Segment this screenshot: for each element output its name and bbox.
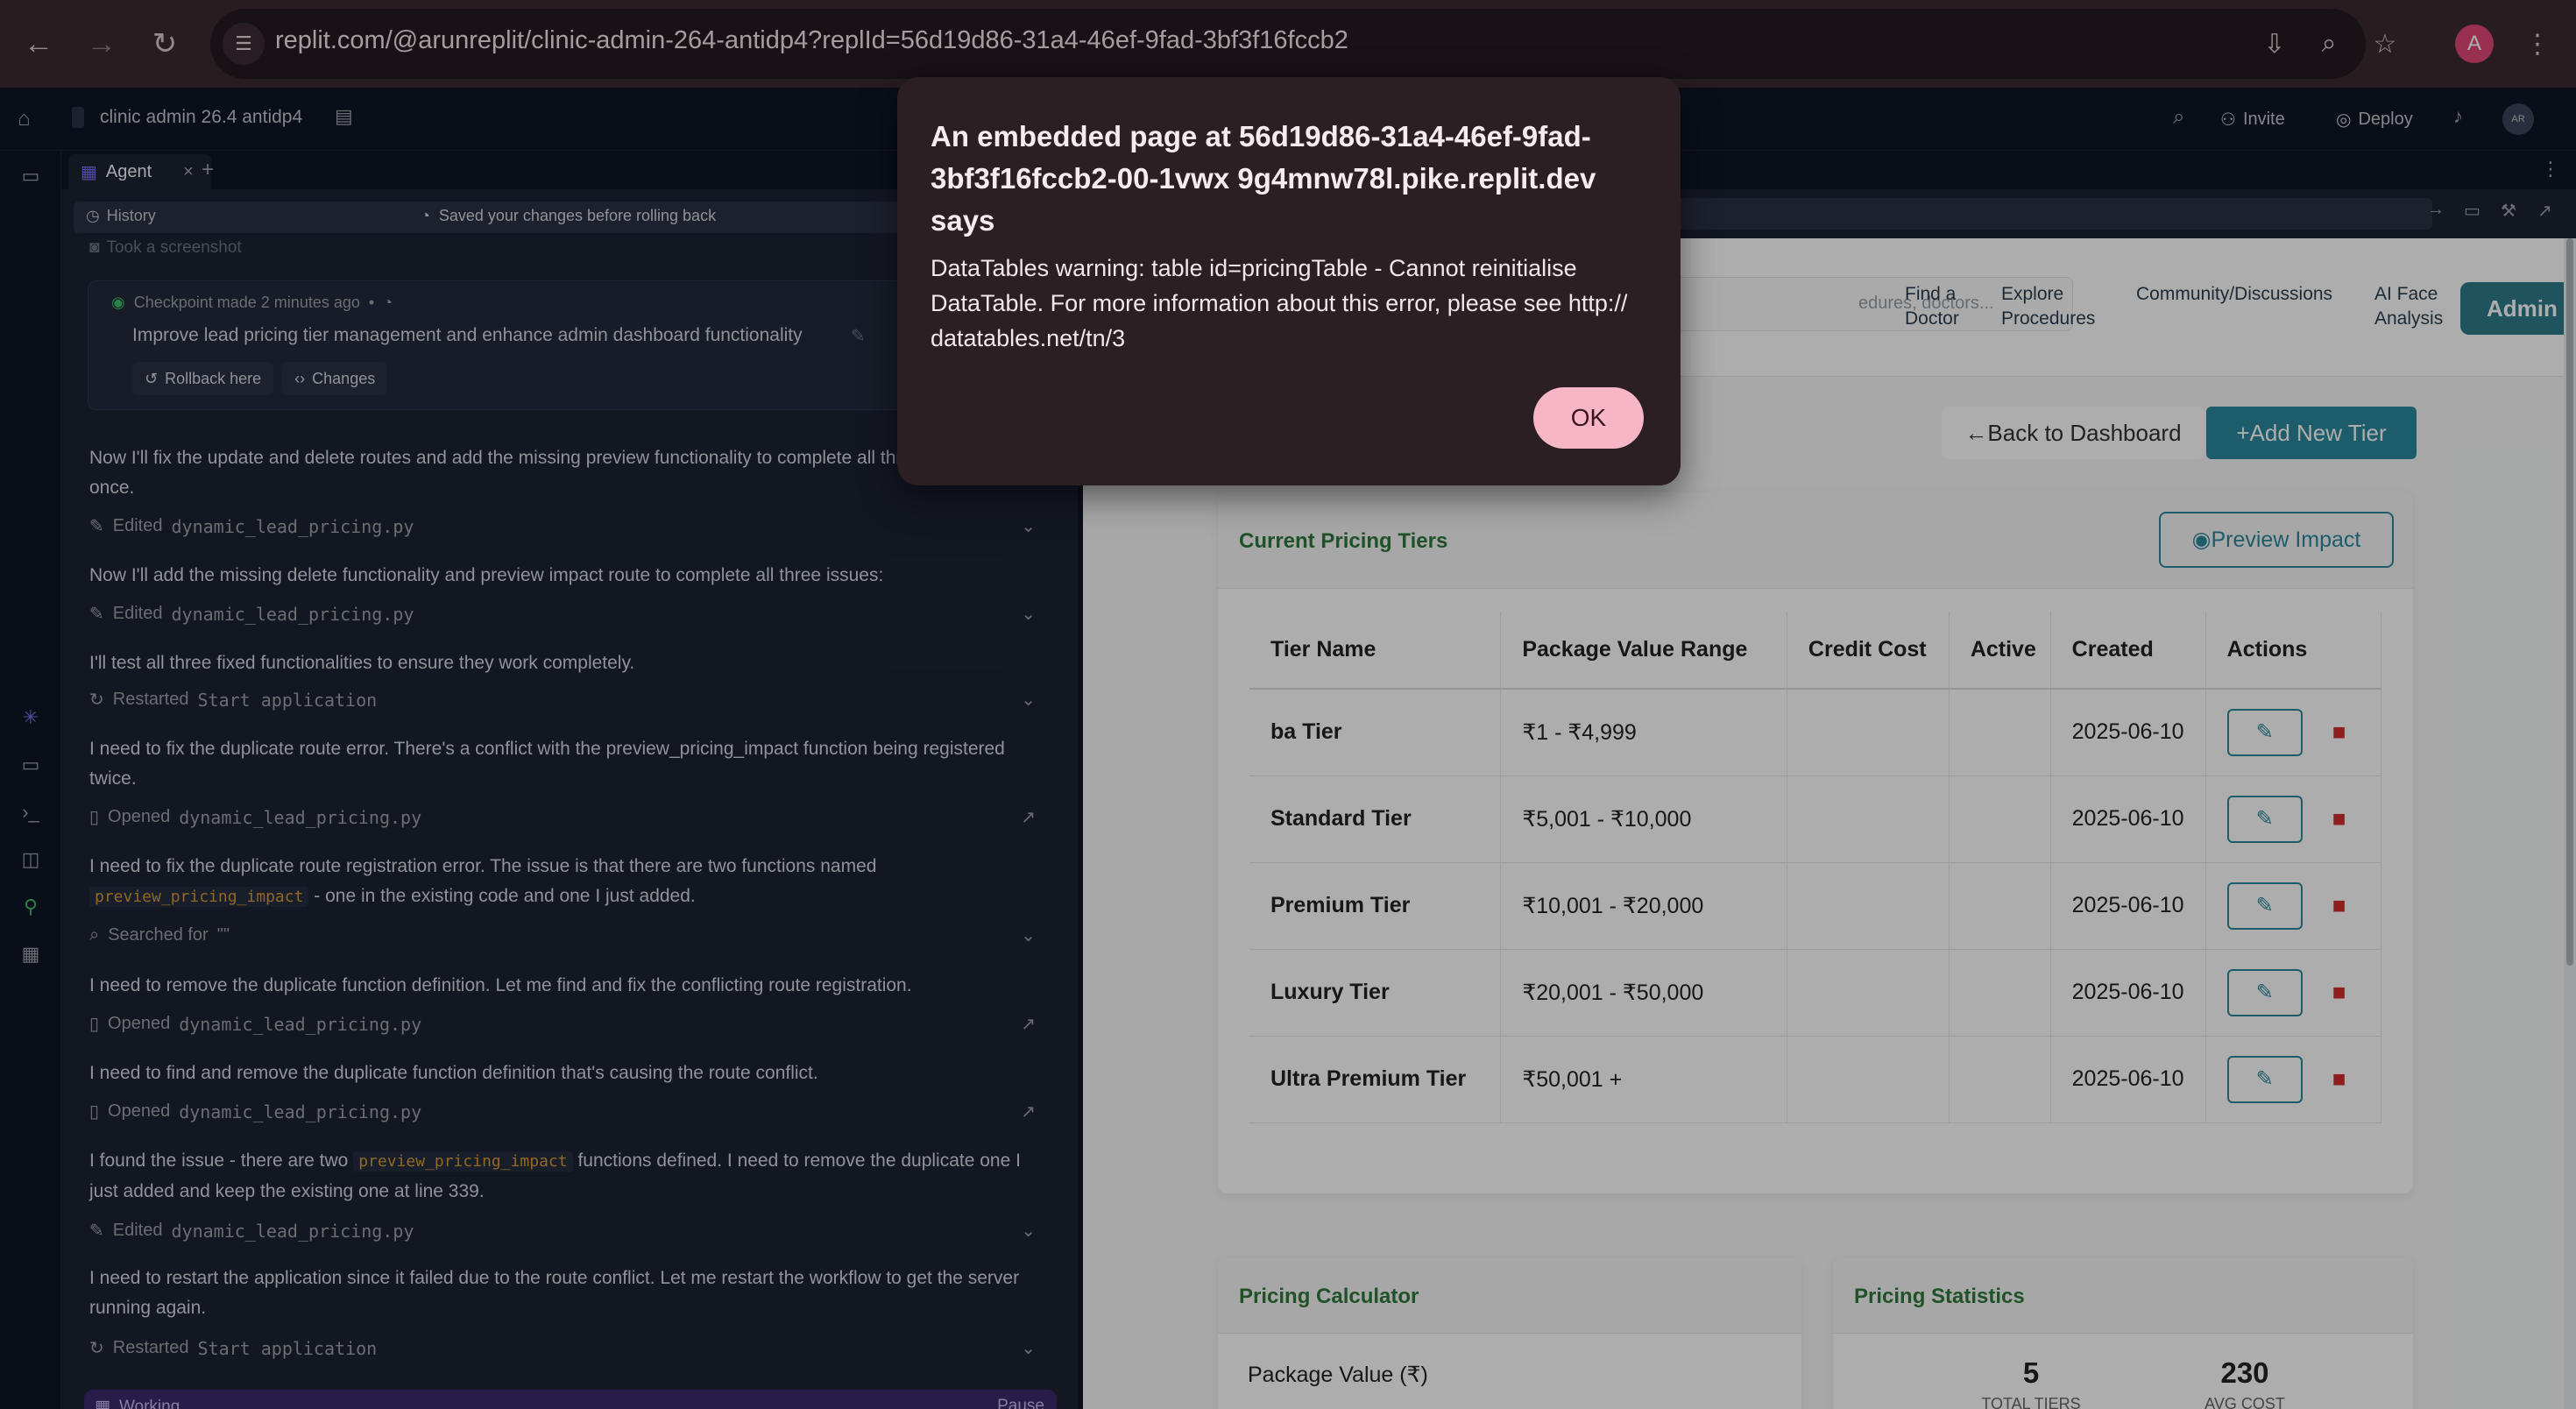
ok-button[interactable]: OK xyxy=(1533,387,1644,449)
dialog-message: DataTables warning: table id=pricingTabl… xyxy=(931,255,1628,351)
dialog-title: An embedded page at 56d19d86-31a4-46ef-9… xyxy=(931,120,1596,237)
alert-dialog: An embedded page at 56d19d86-31a4-46ef-9… xyxy=(897,77,1681,485)
